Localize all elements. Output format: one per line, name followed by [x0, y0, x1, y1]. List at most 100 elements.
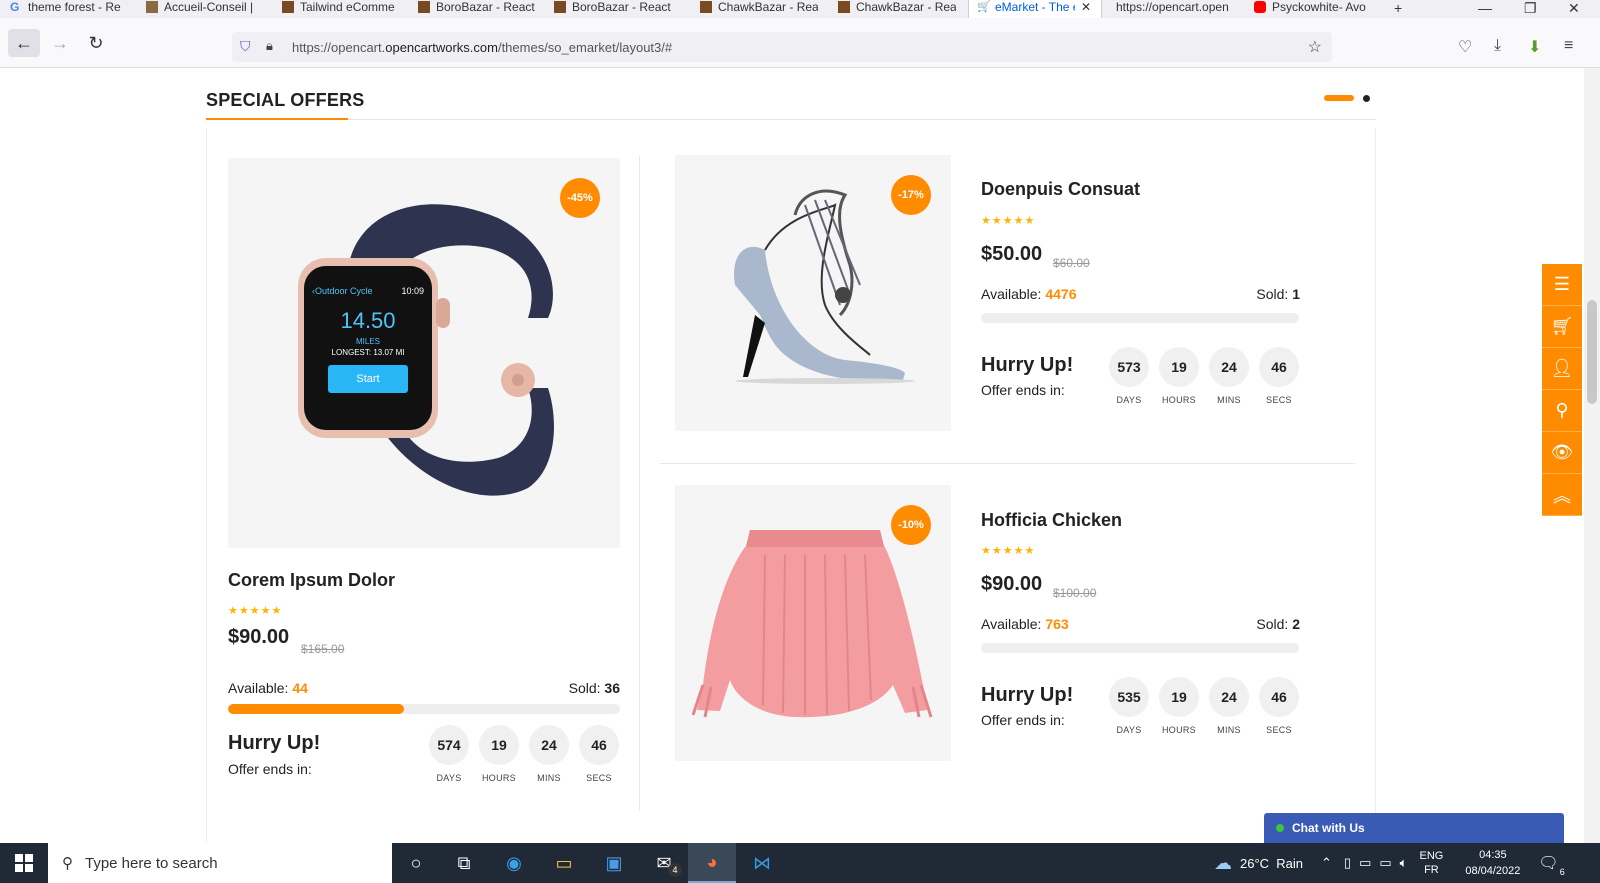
site-icon	[282, 1, 294, 13]
download-icon[interactable]: ⤓	[1494, 37, 1501, 55]
tab-6[interactable]: ChawkBazar - Rea	[838, 0, 964, 18]
chat-button[interactable]: Chat with Us	[1264, 813, 1564, 843]
file-explorer-icon[interactable]: ▭	[540, 843, 588, 883]
search-icon: ⚲	[62, 855, 73, 872]
notification-icon[interactable]: 🗨︎ 6	[1538, 853, 1564, 877]
product-image-top[interactable]: -10%	[675, 485, 951, 761]
menu-icon[interactable]: ≡	[1564, 37, 1573, 55]
tab-2[interactable]: Tailwind eComme	[282, 0, 408, 18]
chevron-up-icon[interactable]: ⌃	[1321, 855, 1332, 871]
carousel-dot-active[interactable]	[1324, 95, 1354, 101]
scroll-top-button[interactable]: ︽	[1542, 474, 1582, 516]
edge-icon[interactable]: ◉	[490, 843, 538, 883]
close-window-icon[interactable]: ✕	[1568, 0, 1580, 17]
tab-1[interactable]: Accueil-Conseil |	[146, 0, 272, 18]
user-tool-button[interactable]: 👤︎	[1542, 348, 1582, 390]
camera-icon[interactable]: ▯	[1344, 855, 1351, 871]
offer-ends-label: Offer ends in:	[981, 712, 1065, 728]
carousel-dot[interactable]	[1363, 95, 1370, 102]
product-name[interactable]: Hofficia Chicken	[981, 510, 1122, 531]
display-icon[interactable]: ▭	[1359, 855, 1371, 871]
sold-count: 1	[1292, 286, 1300, 302]
store-icon[interactable]: ▣	[590, 843, 638, 883]
available-stock: Available: 44	[228, 680, 308, 696]
old-price: $165.00	[301, 642, 345, 656]
watch-unit: MILES	[355, 337, 380, 346]
cortana-icon[interactable]: ○	[392, 843, 440, 883]
product-image-shoe[interactable]: -17%	[675, 155, 951, 431]
tab-8[interactable]: https://opencart.open	[1116, 0, 1242, 18]
product-image-watch[interactable]: ‹Outdoor Cycle 10:09 14.50 MILES LONGEST…	[228, 158, 620, 548]
back-button[interactable]: ←	[8, 29, 40, 57]
online-dot-icon	[1276, 824, 1284, 832]
countdown-value: 19	[1159, 347, 1199, 387]
countdown-label: HOURS	[1161, 725, 1196, 735]
restore-icon[interactable]: ❐	[1524, 0, 1537, 17]
vscode-icon[interactable]: ⋈	[738, 843, 786, 883]
task-view-icon[interactable]: ⧉	[440, 843, 488, 883]
page-content: SPECIAL OFFERS ‹Outdoor Cycle 10:09 14.5…	[0, 68, 1600, 843]
pocket-icon[interactable]: ♡	[1458, 37, 1472, 57]
menu-icon: ☰	[1553, 274, 1571, 294]
tab-label: BoroBazar - React	[572, 0, 671, 14]
clock[interactable]: 04:35 08/04/2022	[1465, 847, 1520, 879]
weather-text[interactable]: 26°C Rain	[1240, 856, 1303, 871]
countdown-days: 535 DAYS	[1109, 677, 1149, 735]
menu-tool-button[interactable]: ☰	[1542, 264, 1582, 306]
product-name[interactable]: Corem Ipsum Dolor	[228, 570, 395, 591]
chat-label: Chat with Us	[1292, 821, 1365, 835]
extension-icon[interactable]: ⬇	[1528, 37, 1541, 57]
countdown-secs: 46 SECS	[1259, 677, 1299, 735]
start-button[interactable]	[0, 843, 48, 883]
discount-badge: -10%	[891, 505, 931, 545]
lock-icon: 🔒︎	[266, 38, 273, 53]
reload-button[interactable]: ↻	[80, 29, 112, 57]
bookmark-star-icon[interactable]: ☆	[1308, 37, 1322, 57]
countdown-label: SECS	[1266, 725, 1292, 735]
forward-button[interactable]: →	[44, 29, 76, 57]
sold-count-wrap: Sold: 1	[1200, 286, 1300, 302]
tab-0[interactable]: Gtheme forest - Re	[10, 0, 136, 18]
minimize-icon[interactable]: —	[1478, 0, 1492, 16]
url-path: /themes/so_emarket/layout3/#	[497, 40, 673, 55]
tab-7-active[interactable]: 🛒 eMarket - The e ✕	[968, 0, 1102, 18]
countdown-label: MINS	[537, 773, 561, 783]
scrollbar-track[interactable]	[1584, 68, 1600, 843]
countdown-value: 573	[1109, 347, 1149, 387]
countdown-mins: 24 MINS	[1209, 677, 1249, 735]
search-tool-button[interactable]: ⚲	[1542, 390, 1582, 432]
countdown-value: 574	[429, 725, 469, 765]
watch-value: 14.50	[340, 308, 396, 333]
title-divider	[206, 119, 1376, 120]
product-name[interactable]: Doenpuis Consuat	[981, 179, 1140, 200]
countdown-hours: 19 HOURS	[479, 725, 519, 783]
scrollbar-thumb[interactable]	[1587, 300, 1597, 404]
tab-4[interactable]: BoroBazar - React	[554, 0, 680, 18]
network-icon[interactable]: ▭	[1379, 855, 1391, 871]
countdown-label: HOURS	[481, 773, 516, 783]
mail-icon[interactable]: ✉ 4	[640, 843, 688, 883]
language-indicator[interactable]: ENG FR	[1419, 849, 1443, 877]
url-text[interactable]: https://opencart.opencartworks.com/theme…	[292, 40, 672, 55]
countdown-value: 46	[1259, 347, 1299, 387]
tab-label: Tailwind eComme	[300, 0, 395, 14]
tab-5[interactable]: ChawkBazar - Rea	[700, 0, 826, 18]
countdown-value: 19	[479, 725, 519, 765]
double-chevron-up-icon: ︽	[1553, 485, 1571, 506]
volume-icon[interactable]: 🔈︎	[1400, 855, 1408, 871]
cart-icon: 🛒	[977, 1, 991, 13]
old-price: $100.00	[1053, 586, 1097, 600]
close-icon[interactable]: ✕	[1081, 0, 1091, 14]
countdown-secs: 46 SECS	[1259, 347, 1299, 405]
discount-badge: -17%	[891, 175, 931, 215]
available-stock: Available: 4476	[981, 286, 1077, 302]
tab-9[interactable]: Psyckowhite- Avo	[1254, 0, 1380, 18]
firefox-icon[interactable]: ◕	[688, 843, 736, 883]
url-bar[interactable]: ⛉ 🔒︎ https://opencart.opencartworks.com/…	[232, 32, 1332, 62]
new-tab-button[interactable]: +	[1394, 0, 1402, 16]
tab-3[interactable]: BoroBazar - React	[418, 0, 544, 18]
countdown-label: HOURS	[1161, 395, 1196, 405]
eye-tool-button[interactable]: 👁︎	[1542, 432, 1582, 474]
taskbar-search[interactable]: ⚲ Type here to search	[48, 843, 392, 883]
cart-tool-button[interactable]: 🛒︎	[1542, 306, 1582, 348]
